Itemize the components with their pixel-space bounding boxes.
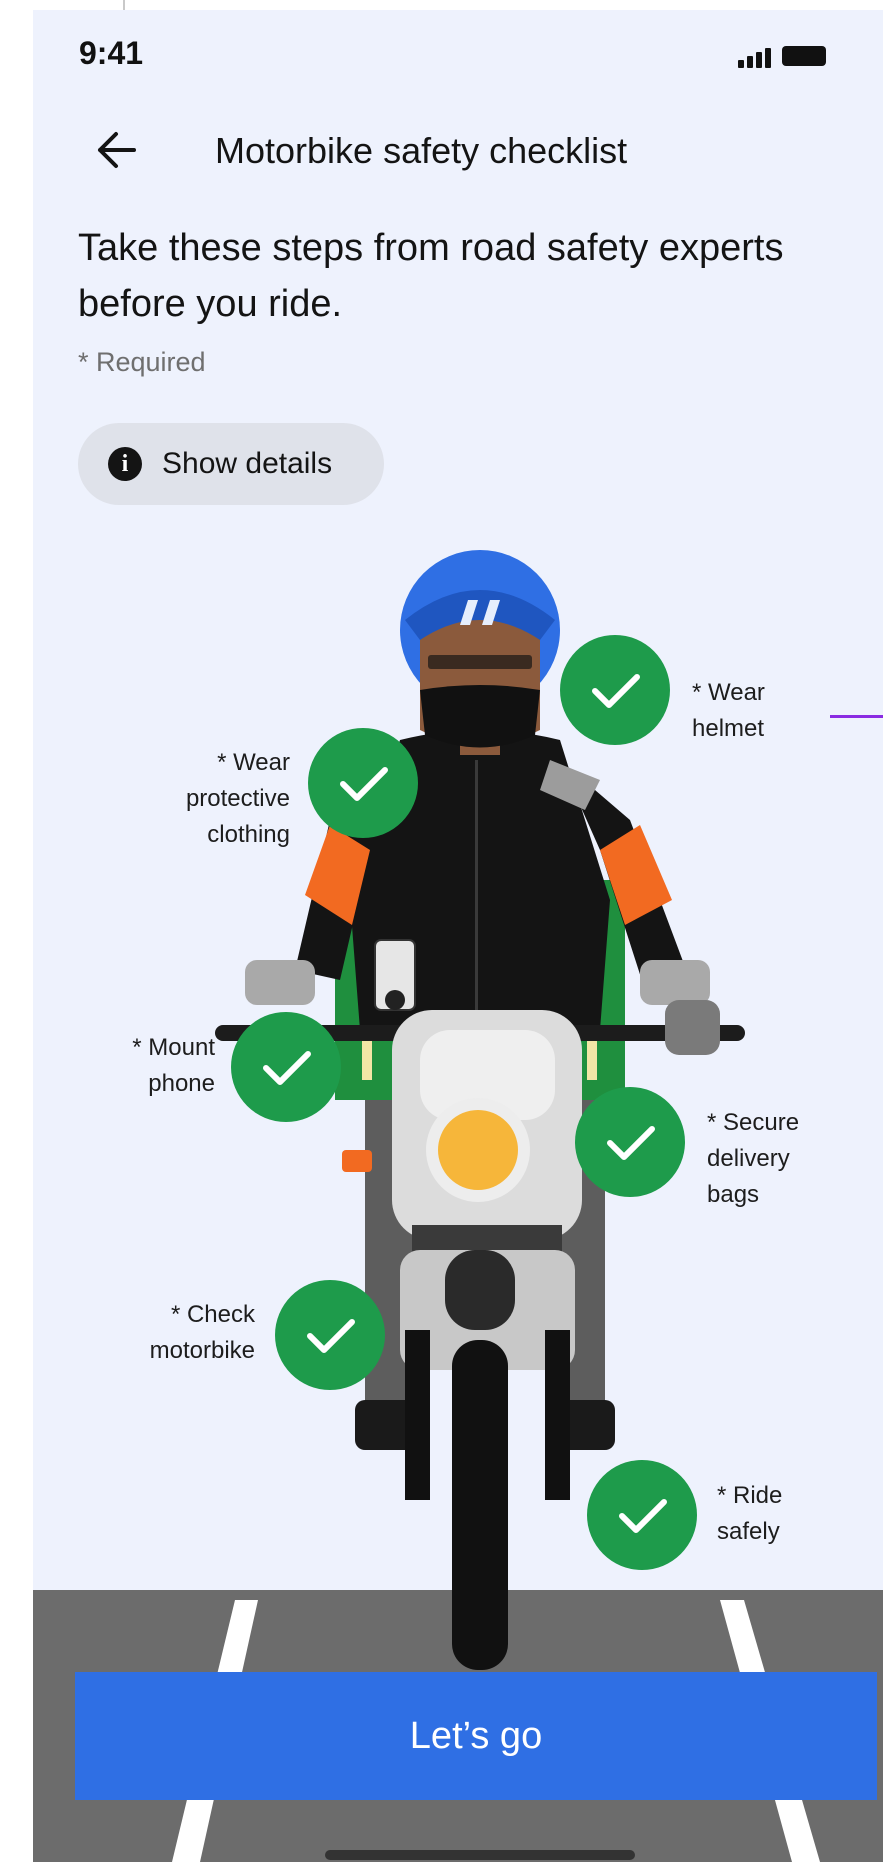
check-icon <box>560 635 670 745</box>
label-line: safely <box>717 1518 780 1545</box>
label-line: * Secure <box>707 1109 800 1136</box>
info-icon: i <box>108 447 142 481</box>
page-title: Motorbike safety checklist <box>215 130 628 171</box>
signal-icon <box>738 48 772 68</box>
checklist-label-secure-bags: * Secure delivery bags <box>707 1105 799 1213</box>
status-time: 9:41 <box>79 35 144 71</box>
check-icon <box>587 1460 697 1570</box>
check-icon <box>575 1087 685 1197</box>
label-line: clothing <box>207 821 290 848</box>
back-arrow-icon[interactable] <box>94 130 138 170</box>
label-line: * Check <box>170 1301 255 1328</box>
checklist-label-protective-clothing: * Wear protective clothing <box>140 745 290 853</box>
label-line: helmet <box>692 715 765 742</box>
connector-line <box>830 715 883 718</box>
check-icon <box>275 1280 385 1390</box>
label-line: * Wear <box>217 749 290 776</box>
label-line: * Mount <box>132 1034 215 1061</box>
required-note: * Required <box>78 347 206 377</box>
checklist-label-check-motorbike: * Check motorbike <box>110 1297 255 1369</box>
lets-go-button[interactable]: Let’s go <box>75 1672 877 1800</box>
label-line: bags <box>707 1181 760 1208</box>
checklist-label-mount-phone: * Mount phone <box>90 1030 215 1102</box>
checklist-label-ride-safely: * Ride safely <box>717 1478 782 1550</box>
check-icon <box>231 1012 341 1122</box>
label-line: * Wear <box>692 679 765 706</box>
checklist-label-wear-helmet: * Wear helmet <box>692 675 765 747</box>
intro-heading: Take these steps from road safety expert… <box>78 227 784 325</box>
label-line: motorbike <box>149 1337 255 1364</box>
battery-icon <box>782 46 826 66</box>
check-icon <box>308 728 418 838</box>
label-line: protective <box>185 785 290 812</box>
label-line: phone <box>148 1070 215 1097</box>
label-line: delivery <box>707 1145 790 1172</box>
show-details-button[interactable]: i Show details <box>78 423 384 505</box>
home-indicator <box>325 1850 635 1860</box>
label-line: * Ride <box>717 1482 783 1509</box>
show-details-label: Show details <box>162 447 333 480</box>
